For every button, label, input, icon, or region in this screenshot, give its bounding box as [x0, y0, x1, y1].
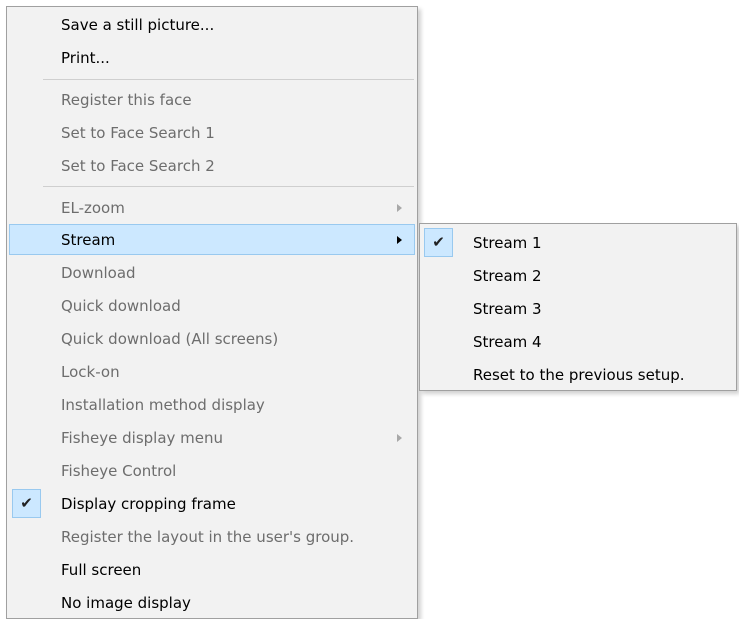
menu-item-label: Download — [61, 264, 136, 282]
menu-item-label: Installation method display — [61, 396, 265, 414]
menu-item-fisheye-control: Fisheye Control — [9, 455, 415, 486]
menu-item-label: Print... — [61, 49, 110, 67]
menu-item-label: Lock-on — [61, 363, 120, 381]
menu-item-fisheye-display-menu: Fisheye display menu — [9, 422, 415, 453]
context-menu: Save a still picture... Print... Registe… — [6, 6, 418, 619]
submenu-item-label: Stream 1 — [473, 234, 542, 252]
submenu-item-reset-previous-setup[interactable]: Reset to the previous setup. — [422, 359, 734, 390]
menu-item-label: Register the layout in the user's group. — [61, 528, 355, 546]
menu-separator — [43, 79, 414, 80]
menu-item-label: Set to Face Search 2 — [61, 157, 215, 175]
menu-item-print[interactable]: Print... — [9, 42, 415, 73]
menu-item-label: Set to Face Search 1 — [61, 124, 215, 142]
submenu-item-label: Stream 4 — [473, 333, 542, 351]
menu-item-el-zoom: EL-zoom — [9, 192, 415, 223]
menu-item-stream[interactable]: Stream — [9, 224, 415, 255]
submenu-item-label: Reset to the previous setup. — [473, 366, 685, 384]
menu-item-face-search-1: Set to Face Search 1 — [9, 117, 415, 148]
submenu-item-stream-2[interactable]: Stream 2 — [422, 260, 734, 291]
menu-item-register-layout: Register the layout in the user's group. — [9, 521, 415, 552]
menu-separator — [43, 186, 414, 187]
chevron-right-icon — [397, 434, 402, 442]
chevron-right-icon — [397, 204, 402, 212]
menu-item-display-cropping-frame[interactable]: ✔ Display cropping frame — [9, 488, 415, 519]
submenu-item-label: Stream 2 — [473, 267, 542, 285]
submenu-item-label: Stream 3 — [473, 300, 542, 318]
submenu-item-stream-4[interactable]: Stream 4 — [422, 326, 734, 357]
menu-item-label: EL-zoom — [61, 199, 125, 217]
menu-item-label: Stream — [61, 231, 116, 249]
checkmark-icon: ✔ — [424, 228, 453, 257]
menu-item-no-image-display[interactable]: No image display — [9, 587, 415, 618]
submenu-item-stream-1[interactable]: ✔ Stream 1 — [422, 227, 734, 258]
menu-item-label: No image display — [61, 594, 191, 612]
menu-item-face-search-2: Set to Face Search 2 — [9, 150, 415, 181]
menu-item-label: Register this face — [61, 91, 192, 109]
menu-item-label: Fisheye display menu — [61, 429, 224, 447]
menu-item-label: Fisheye Control — [61, 462, 177, 480]
menu-item-lock-on: Lock-on — [9, 356, 415, 387]
menu-item-label: Display cropping frame — [61, 495, 236, 513]
submenu-item-stream-3[interactable]: Stream 3 — [422, 293, 734, 324]
menu-item-full-screen[interactable]: Full screen — [9, 554, 415, 585]
menu-item-label: Quick download — [61, 297, 181, 315]
menu-item-label: Quick download (All screens) — [61, 330, 279, 348]
menu-item-installation-method-display: Installation method display — [9, 389, 415, 420]
checkmark-icon: ✔ — [12, 489, 41, 518]
menu-item-save-still-picture[interactable]: Save a still picture... — [9, 9, 415, 40]
menu-item-quick-download-all-screens: Quick download (All screens) — [9, 323, 415, 354]
menu-item-download: Download — [9, 257, 415, 288]
stream-submenu: ✔ Stream 1 Stream 2 Stream 3 Stream 4 Re… — [419, 223, 737, 391]
menu-item-quick-download: Quick download — [9, 290, 415, 321]
chevron-right-icon — [397, 236, 402, 244]
menu-item-register-this-face: Register this face — [9, 84, 415, 115]
menu-item-label: Save a still picture... — [61, 16, 215, 34]
menu-item-label: Full screen — [61, 561, 142, 579]
